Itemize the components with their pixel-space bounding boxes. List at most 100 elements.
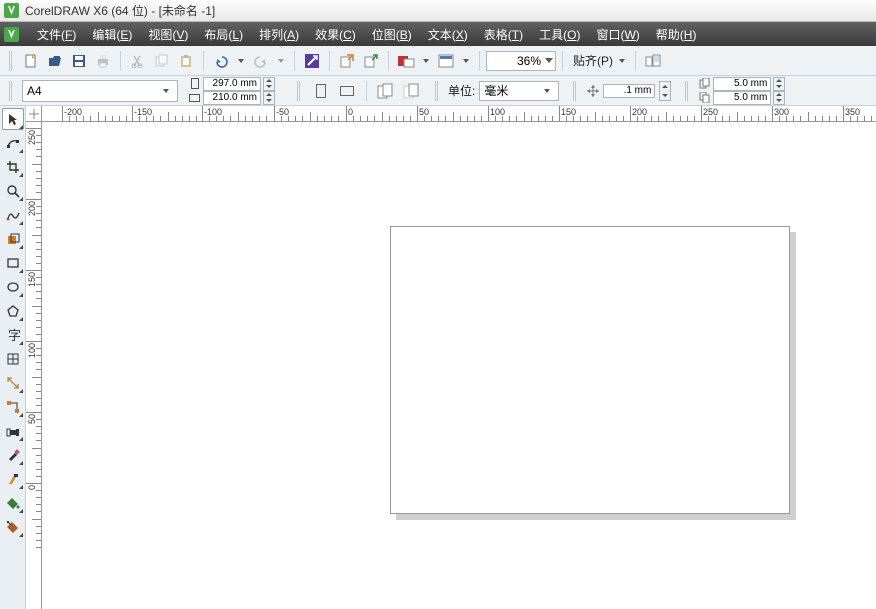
separator xyxy=(388,51,389,71)
unit-label: 单位: xyxy=(448,82,475,99)
portrait-button[interactable] xyxy=(310,80,332,102)
menu-排列a[interactable]: 排列(A) xyxy=(251,24,307,45)
copy-button[interactable] xyxy=(151,50,173,72)
property-bar: A4 单位: 毫米 xyxy=(0,76,876,106)
svg-text:字: 字 xyxy=(8,328,20,342)
menu-编辑e[interactable]: 编辑(E) xyxy=(84,24,140,45)
separator xyxy=(479,51,480,71)
table-tool[interactable] xyxy=(2,348,24,370)
unit-select[interactable]: 毫米 xyxy=(479,81,559,101)
dimension-tool[interactable] xyxy=(2,372,24,394)
menu-效果c[interactable]: 效果(C) xyxy=(307,24,364,45)
interactive-tool[interactable] xyxy=(2,420,24,442)
page-size-select[interactable]: A4 xyxy=(22,80,178,102)
menu-表格t[interactable]: 表格(T) xyxy=(476,24,531,45)
separator xyxy=(294,51,295,71)
publish-pdf-button[interactable] xyxy=(395,50,417,72)
menu-视图v[interactable]: 视图(V) xyxy=(140,24,196,45)
paste-button[interactable] xyxy=(175,50,197,72)
shape-tool[interactable] xyxy=(2,132,24,154)
grip xyxy=(9,81,15,101)
import-button[interactable] xyxy=(336,50,358,72)
separator xyxy=(635,51,636,71)
page-width-input[interactable] xyxy=(203,77,261,91)
open-button[interactable] xyxy=(44,50,66,72)
redo-button[interactable] xyxy=(250,50,272,72)
publish-dropdown[interactable] xyxy=(419,52,433,70)
separator xyxy=(366,81,367,101)
canvas[interactable] xyxy=(42,122,876,609)
connector-tool[interactable] xyxy=(2,396,24,418)
zoom-level[interactable] xyxy=(486,51,556,71)
app-icon xyxy=(4,27,19,42)
menu-文件f[interactable]: 文件(F) xyxy=(29,24,84,45)
app-logo-icon xyxy=(4,3,19,18)
nudge-spinner[interactable] xyxy=(659,81,671,101)
horizontal-ruler[interactable]: -200-150-100-50050100150200250300350 xyxy=(42,106,876,122)
save-button[interactable] xyxy=(68,50,90,72)
menu-文本x[interactable]: 文本(X) xyxy=(420,24,476,45)
launcher-dropdown[interactable] xyxy=(459,52,473,70)
current-page-button[interactable] xyxy=(401,80,423,102)
snap-button[interactable]: 贴齐(P) xyxy=(569,52,613,69)
outline-tool[interactable] xyxy=(2,468,24,490)
workspace: 字 -200-150-100-50050100150200250300350 2… xyxy=(0,106,876,609)
menu-帮助h[interactable]: 帮助(H) xyxy=(648,24,705,45)
export-button[interactable] xyxy=(360,50,382,72)
zoom-dropdown-icon[interactable] xyxy=(544,54,554,68)
redo-history-dropdown[interactable] xyxy=(274,52,288,70)
print-button[interactable] xyxy=(92,50,114,72)
separator xyxy=(562,51,563,71)
page-dimensions xyxy=(188,77,275,105)
width-icon xyxy=(188,78,201,90)
menu-工具o[interactable]: 工具(O) xyxy=(531,24,588,45)
vertical-ruler[interactable]: 250200150100500 xyxy=(26,122,42,609)
duplicate-distance xyxy=(698,77,785,105)
page-height-input[interactable] xyxy=(203,91,261,105)
menu-位图b[interactable]: 位图(B) xyxy=(364,24,420,45)
nudge-input[interactable] xyxy=(603,84,655,98)
smart-fill-tool[interactable] xyxy=(2,228,24,250)
new-button[interactable] xyxy=(20,50,42,72)
crop-tool[interactable] xyxy=(2,156,24,178)
pick-tool[interactable] xyxy=(2,108,24,130)
landscape-button[interactable] xyxy=(336,80,358,102)
undo-button[interactable] xyxy=(210,50,232,72)
grip xyxy=(297,81,303,101)
fill-tool[interactable] xyxy=(2,492,24,514)
dup-y-input[interactable] xyxy=(713,91,771,105)
menu-窗口w[interactable]: 窗口(W) xyxy=(588,24,647,45)
menu-布局l[interactable]: 布局(L) xyxy=(196,24,251,45)
search-button[interactable] xyxy=(301,50,323,72)
interactive-fill-tool[interactable] xyxy=(2,516,24,538)
dup-x-icon xyxy=(698,78,711,90)
text-tool[interactable]: 字 xyxy=(2,324,24,346)
dup-y-spinner[interactable] xyxy=(773,91,785,105)
ruler-origin[interactable] xyxy=(26,106,42,122)
grip xyxy=(435,81,441,101)
ellipse-tool[interactable] xyxy=(2,276,24,298)
freehand-tool[interactable] xyxy=(2,204,24,226)
dup-x-spinner[interactable] xyxy=(773,77,785,91)
toolbox: 字 xyxy=(0,106,26,609)
app-launcher-button[interactable] xyxy=(435,50,457,72)
cut-button[interactable] xyxy=(127,50,149,72)
separator xyxy=(203,51,204,71)
title-text: CorelDRAW X6 (64 位) - [未命名 -1] xyxy=(25,2,215,19)
snap-dropdown[interactable] xyxy=(615,52,629,70)
unit-value: 毫米 xyxy=(484,82,508,99)
zoom-tool[interactable] xyxy=(2,180,24,202)
all-pages-button[interactable] xyxy=(375,80,397,102)
height-spinner[interactable] xyxy=(263,91,275,105)
width-spinner[interactable] xyxy=(263,77,275,91)
title-bar: CorelDRAW X6 (64 位) - [未命名 -1] xyxy=(0,0,876,22)
eyedropper-tool[interactable] xyxy=(2,444,24,466)
page[interactable] xyxy=(390,226,790,514)
rectangle-tool[interactable] xyxy=(2,252,24,274)
options-button[interactable] xyxy=(642,50,664,72)
dup-x-input[interactable] xyxy=(713,77,771,91)
separator xyxy=(329,51,330,71)
polygon-tool[interactable] xyxy=(2,300,24,322)
separator xyxy=(120,51,121,71)
undo-history-dropdown[interactable] xyxy=(234,52,248,70)
